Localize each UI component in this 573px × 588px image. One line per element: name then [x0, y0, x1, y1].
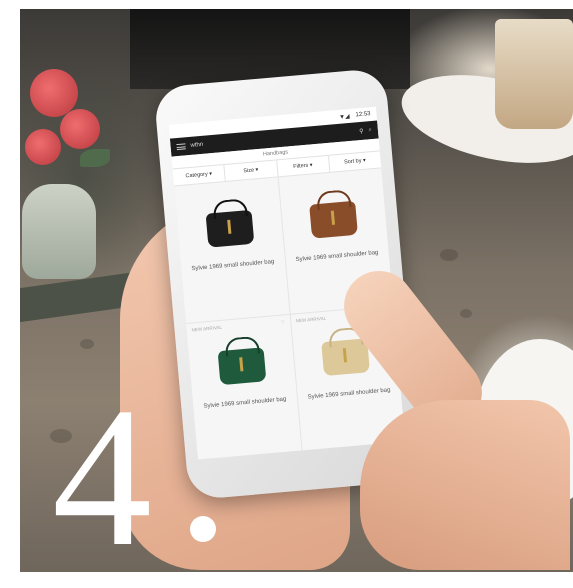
flower — [60, 109, 100, 149]
step-numeral: 4 — [52, 367, 152, 588]
location-icon[interactable]: ⚲ — [359, 127, 364, 134]
flower-vase — [22, 184, 96, 279]
product-card[interactable]: NEW ARRIVAL ♡ Sylvie 1969 small shoulder… — [186, 314, 302, 460]
search-icon[interactable]: ⌕ — [368, 127, 372, 134]
product-tag: NEW ARRIVAL — [295, 315, 327, 324]
product-image — [205, 198, 255, 248]
heart-icon[interactable]: ♡ — [281, 319, 286, 325]
product-tag: NEW ARRIVAL — [191, 324, 223, 333]
app-logo[interactable]: wthn — [190, 142, 203, 149]
card-meta: NEW ARRIVAL ♡ — [191, 319, 285, 333]
product-name[interactable]: Sylvie 1969 small shoulder bag — [189, 258, 277, 274]
leaf — [80, 149, 110, 167]
product-image — [309, 189, 359, 239]
marble-speck — [80, 339, 94, 349]
right-hand — [360, 400, 570, 570]
product-card[interactable]: Sylvie 1969 small shoulder bag — [174, 177, 290, 323]
product-name[interactable]: Sylvie 1969 small shoulder bag — [305, 386, 393, 402]
flower — [25, 129, 61, 165]
product-image — [217, 335, 267, 386]
marble-speck — [440, 249, 458, 261]
status-time: 12:53 — [355, 111, 371, 119]
product-name[interactable]: Sylvie 1969 small shoulder bag — [201, 395, 289, 411]
signal-icon: ▼◢ — [338, 113, 350, 121]
product-name[interactable]: Sylvie 1969 small shoulder bag — [293, 249, 381, 265]
product-image — [321, 326, 371, 377]
coffee-cup — [495, 19, 573, 129]
numeral-period — [190, 516, 216, 542]
marble-speck — [460, 309, 472, 318]
menu-icon[interactable] — [176, 143, 186, 151]
